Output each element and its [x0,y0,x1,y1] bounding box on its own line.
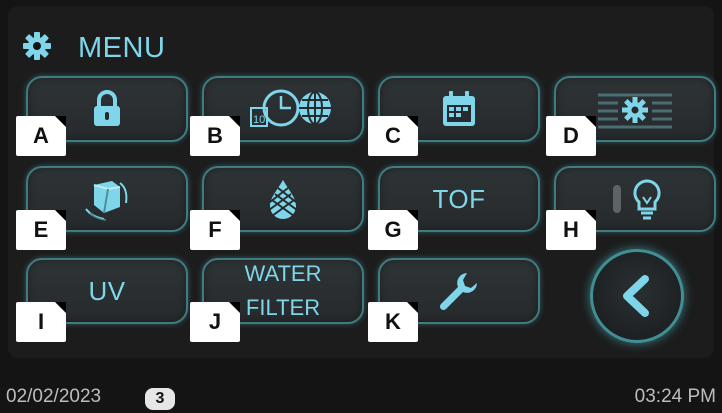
tof-label: TOF [432,183,486,214]
tile-tag-d: D [546,116,596,156]
chevron-left-icon [623,275,649,317]
lock-icon [94,90,120,126]
ice-cube-icon [85,181,128,221]
uv-label: UV [88,275,126,306]
tile-tag-a: A [16,116,66,156]
gear-icon [22,31,52,66]
tile-tag-g: G [368,210,418,250]
page-title: MENU [78,31,166,64]
tile-tag-b: B [190,116,240,156]
footer-date: 02/02/2023 [6,386,102,407]
tile-tag-c: C [368,116,418,156]
tile-tag-f: F [190,210,240,250]
tile-tag-e: E [16,210,66,250]
water-filter-line1: WATER [244,261,322,286]
water-filter-line2: FILTER [245,295,321,320]
back-button[interactable] [590,249,684,343]
menu-header: MENU [22,28,165,68]
light-bulb-icon [613,179,661,220]
settings-list-icon [598,93,672,129]
clock-globe-icon: 10 [250,89,331,127]
water-drop-icon [268,180,298,219]
tile-tag-h: H [546,210,596,250]
tile-tag-j: J [190,302,240,342]
calendar-icon [443,91,475,126]
tile-tag-i: I [16,302,66,342]
tile-tag-k: K [368,302,418,342]
wrench-icon [439,273,477,311]
water-filter-label: WATER FILTER [245,257,322,325]
svg-text:10: 10 [253,114,265,126]
footer-time: 03:24 PM [634,386,716,407]
notification-badge[interactable]: 3 [145,388,175,410]
